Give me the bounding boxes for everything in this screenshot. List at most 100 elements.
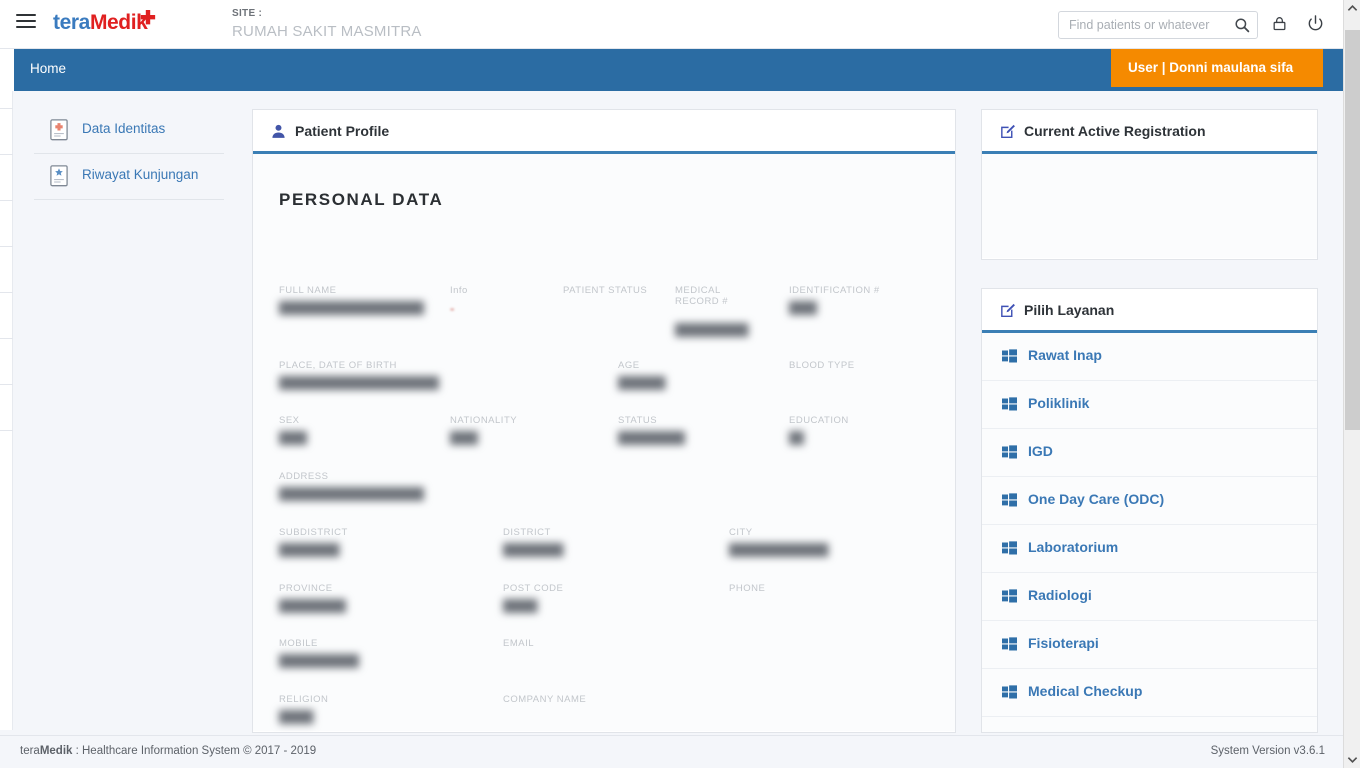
- field-label: PHONE: [729, 583, 766, 594]
- scroll-down-arrow-icon[interactable]: [1344, 751, 1360, 768]
- sidebar-item-data-identitas[interactable]: Data Identitas: [34, 108, 224, 154]
- layanan-item-label: Radiologi: [1028, 587, 1092, 603]
- layanan-item-radiologi[interactable]: Radiologi: [982, 573, 1317, 621]
- user-menu-button[interactable]: User | Donni maulana sifa: [1111, 49, 1323, 87]
- field-label: IDENTIFICATION #: [789, 285, 880, 296]
- footer: teraMedik : Healthcare Information Syste…: [0, 735, 1343, 768]
- field-email: EMAIL: [503, 638, 534, 668]
- grid-icon: [1002, 541, 1017, 556]
- field-value: █████████: [279, 543, 340, 557]
- collapsed-menu-rail[interactable]: [0, 91, 13, 730]
- field-label: FULL NAME: [279, 285, 337, 296]
- field-value: ██████████████████████: [279, 487, 424, 501]
- field-value: [563, 301, 647, 315]
- brand-logo-tera: tera: [53, 11, 90, 34]
- field-label: NATIONALITY: [450, 415, 518, 426]
- field-value: [729, 599, 765, 613]
- field-value: █████████████████████████: [279, 376, 439, 390]
- scroll-up-arrow-icon[interactable]: [1344, 0, 1360, 17]
- layanan-item-label: Fisioterapi: [1028, 635, 1099, 651]
- grid-icon: [1002, 493, 1017, 508]
- layanan-item-label: Hemodialisa: [1028, 731, 1110, 732]
- field-identification: IDENTIFICATION # ████: [789, 285, 880, 315]
- edit-icon: [1001, 303, 1015, 318]
- pilih-layanan-panel: Pilih Layanan Rawat Inap Poliklinik IGD One…: [981, 288, 1318, 733]
- field-mobile: MOBILE ████████████: [279, 638, 371, 668]
- field-label: MOBILE: [279, 638, 318, 649]
- field-company-name: COMPANY NAME: [503, 694, 586, 724]
- field-post-code: POST CODE █████: [503, 583, 563, 613]
- document-plus-icon: [50, 119, 68, 141]
- power-icon[interactable]: [1306, 14, 1325, 33]
- field-value: ███████████: [675, 323, 749, 337]
- field-value: █████: [279, 710, 314, 724]
- footer-copyright-text: : Healthcare Information System © 2017 -…: [72, 745, 317, 757]
- app-root: teraMedik SITE : RUMAH SAKIT MASMITRA Ho…: [0, 0, 1360, 768]
- field-education: EDUCATION ██: [789, 415, 849, 445]
- field-label: MEDICAL RECORD #: [675, 285, 729, 307]
- layanan-item-rawat-inap[interactable]: Rawat Inap: [982, 333, 1317, 381]
- page-scrollbar[interactable]: [1343, 0, 1360, 768]
- layanan-item-label: Medical Checkup: [1028, 683, 1143, 699]
- field-info: Info -: [450, 285, 468, 316]
- footer-brand-tera: tera: [20, 745, 40, 757]
- field-label: SEX: [279, 415, 300, 426]
- field-label: PLACE, DATE OF BIRTH: [279, 360, 397, 371]
- field-value: ███████████████: [729, 543, 829, 557]
- field-label: BLOOD TYPE: [789, 360, 855, 371]
- field-value: ████████████: [279, 654, 359, 668]
- field-value: ████: [789, 301, 817, 315]
- hamburger-menu-icon[interactable]: [16, 14, 36, 34]
- current-active-registration-panel: Current Active Registration: [981, 109, 1318, 260]
- registration-title: Current Active Registration: [1024, 123, 1206, 139]
- scrollbar-thumb[interactable]: [1345, 30, 1360, 430]
- field-label: COMPANY NAME: [503, 694, 587, 705]
- grid-icon: [1002, 685, 1017, 700]
- patient-profile-panel: Patient Profile PERSONAL DATA FULL NAME █…: [252, 109, 956, 733]
- lock-icon[interactable]: [1271, 14, 1288, 33]
- field-age: AGE ███████: [618, 360, 673, 390]
- sidebar-item-label: Data Identitas: [82, 121, 166, 136]
- user-icon: [272, 124, 285, 138]
- layanan-item-one-day-care-odc[interactable]: One Day Care (ODC): [982, 477, 1317, 525]
- field-religion: RELIGION █████: [279, 694, 328, 724]
- field-value: █████: [503, 599, 538, 613]
- collapsed-menu-divider: [0, 384, 13, 385]
- sidebar: Data Identitas Riwayat Kunjungan: [14, 91, 242, 730]
- field-value: ████: [450, 431, 478, 445]
- layanan-item-fisioterapi[interactable]: Fisioterapi: [982, 621, 1317, 669]
- field-label: AGE: [618, 360, 640, 371]
- layanan-item-poliklinik[interactable]: Poliklinik: [982, 381, 1317, 429]
- field-patient-status: PATIENT STATUS: [563, 285, 647, 315]
- field-label: ADDRESS: [279, 471, 329, 482]
- layanan-item-medical-checkup[interactable]: Medical Checkup: [982, 669, 1317, 717]
- collapsed-menu-divider: [0, 200, 13, 201]
- layanan-item-label: Poliklinik: [1028, 395, 1090, 411]
- registration-body: [982, 154, 1317, 258]
- layanan-item-laboratorium[interactable]: Laboratorium: [982, 525, 1317, 573]
- field-value: █████████: [503, 543, 564, 557]
- field-value: ██: [789, 431, 804, 445]
- nav-item-home[interactable]: Home: [30, 61, 66, 76]
- site-name: RUMAH SAKIT MASMITRA: [232, 23, 422, 40]
- layanan-item-igd[interactable]: IGD: [982, 429, 1317, 477]
- collapsed-menu-divider: [0, 108, 13, 109]
- search-icon[interactable]: [1233, 16, 1251, 34]
- field-label: CITY: [729, 527, 753, 538]
- field-sex: SEX ████: [279, 415, 307, 445]
- search-box[interactable]: [1058, 11, 1258, 39]
- layanan-item-label: Laboratorium: [1028, 539, 1119, 555]
- field-value: ████: [279, 431, 307, 445]
- pilih-layanan-header: Pilih Layanan: [982, 289, 1317, 333]
- field-value: [503, 654, 534, 668]
- medical-plus-icon: [140, 10, 156, 25]
- search-input[interactable]: [1067, 12, 1222, 38]
- sidebar-item-label: Riwayat Kunjungan: [82, 167, 199, 182]
- brand-logo[interactable]: teraMedik: [53, 11, 148, 35]
- sidebar-item-riwayat-kunjungan[interactable]: Riwayat Kunjungan: [34, 154, 224, 200]
- field-label: EMAIL: [503, 638, 535, 649]
- field-label: PATIENT STATUS: [563, 285, 648, 296]
- grid-icon: [1002, 637, 1017, 652]
- layanan-item-hemodialisa[interactable]: Hemodialisa: [982, 717, 1317, 732]
- field-value: [789, 376, 855, 390]
